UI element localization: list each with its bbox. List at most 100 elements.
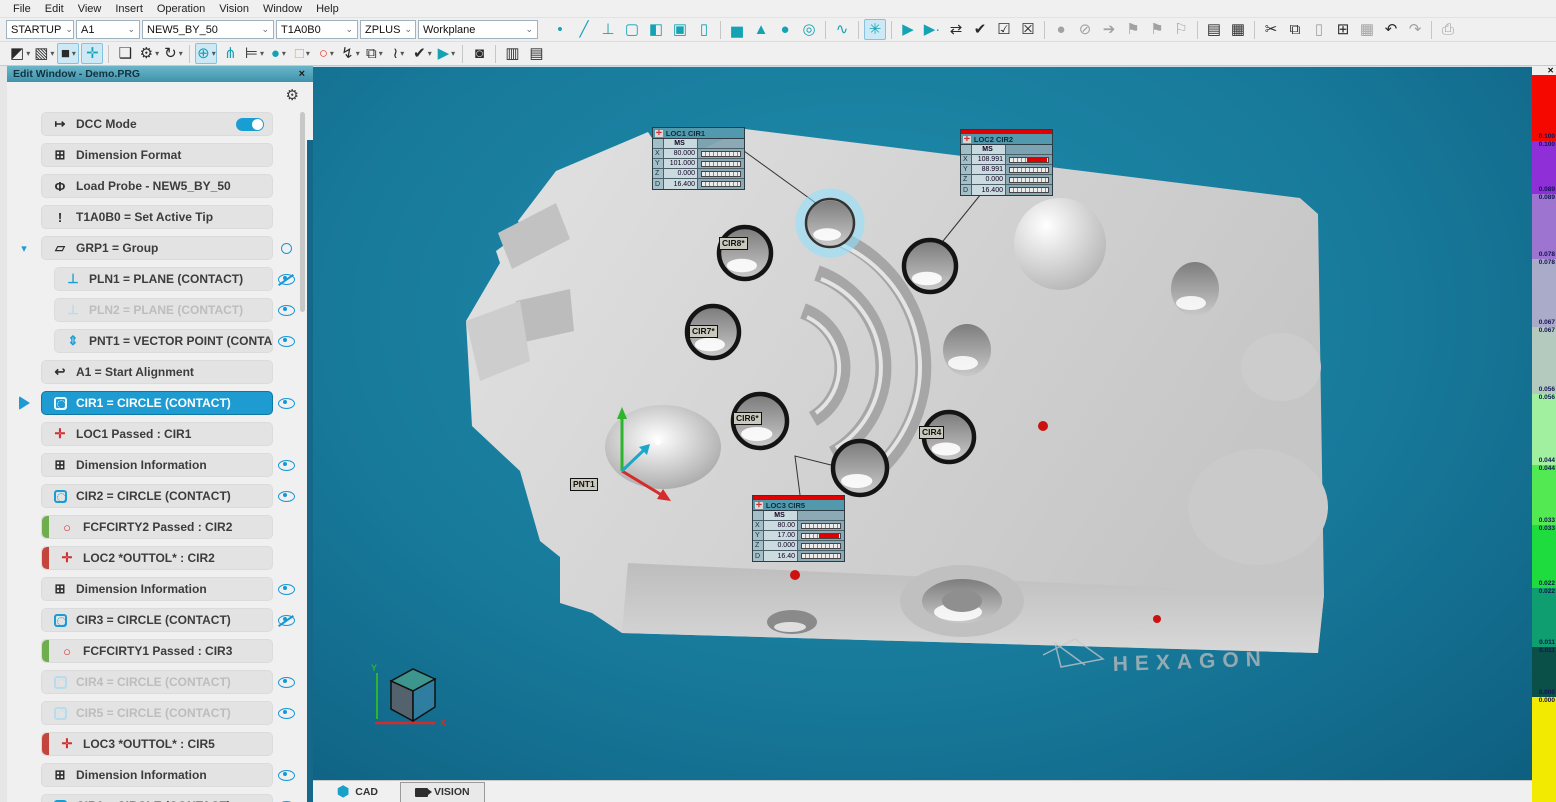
command-item[interactable]: ↦DCC Mode (41, 112, 273, 136)
sphere-tool-icon[interactable]: ●▾ (267, 43, 289, 64)
expander-icon[interactable]: ▾ (21, 242, 27, 255)
menu-insert[interactable]: Insert (108, 3, 150, 15)
menu-view[interactable]: View (71, 3, 109, 15)
dropdown-arrow-icon[interactable]: ▾ (179, 49, 183, 58)
circle-tool-icon[interactable]: ○▾ (315, 43, 337, 64)
sidebar-scrollbar[interactable] (300, 112, 305, 312)
quick-start-icon[interactable]: ◩▾ (9, 43, 31, 64)
menu-vision[interactable]: Vision (212, 3, 256, 15)
dropdown-arrow-icon[interactable]: ▾ (282, 49, 286, 58)
visibility-eye-icon[interactable] (278, 677, 295, 688)
ok-icon[interactable]: ✔ (969, 19, 991, 40)
menu-file[interactable]: File (6, 3, 38, 15)
probe-options-icon[interactable]: ⊨▾ (243, 43, 265, 64)
curve-icon[interactable]: ∿ (831, 19, 853, 40)
pattern-icon[interactable]: ⊞ (1332, 19, 1354, 40)
visibility-eye-icon[interactable] (278, 398, 295, 409)
play-icon[interactable]: ▶▾ (435, 43, 457, 64)
tab-cad[interactable]: ⬢CAD (323, 782, 392, 802)
command-item[interactable]: ✛LOC2 *OUTTOL* : CIR2 (41, 546, 273, 570)
redo-icon[interactable]: ↷ (1404, 19, 1426, 40)
bookmark-remove-icon[interactable]: ⚐ (1170, 19, 1192, 40)
paste-icon[interactable]: ▯ (1308, 19, 1330, 40)
print-icon[interactable]: ⎙ (1437, 19, 1459, 40)
command-item[interactable]: ↩A1 = Start Alignment (41, 360, 273, 384)
pointer-tool-icon[interactable]: ↯▾ (339, 43, 361, 64)
visibility-eye-off-icon[interactable] (278, 615, 295, 626)
camera-icon[interactable]: ◙ (468, 43, 490, 64)
probe-mode-icon[interactable]: ⋔ (219, 43, 241, 64)
visibility-eye-icon[interactable] (278, 305, 295, 316)
command-item[interactable]: ΦLoad Probe - NEW5_BY_50 (41, 174, 273, 198)
cylinder-icon[interactable]: ▅ (726, 19, 748, 40)
slot-icon[interactable]: ◧ (645, 19, 667, 40)
optimize-icon[interactable]: ⚙▾ (138, 43, 160, 64)
verify-icon[interactable]: ✔▾ (411, 43, 433, 64)
path-icon[interactable]: ≀▾ (387, 43, 409, 64)
visibility-eye-icon[interactable] (278, 708, 295, 719)
tip-dropdown[interactable]: T1A0B0⌄ (276, 20, 358, 39)
cut-icon[interactable]: ✂ (1260, 19, 1282, 40)
visibility-eye-off-icon[interactable] (278, 274, 295, 285)
chevron-down-icon[interactable]: ⌄ (345, 24, 353, 35)
command-item[interactable]: ▱GRP1 = Group (41, 236, 273, 260)
scale-close-icon[interactable]: ✕ (1547, 66, 1554, 75)
doc-check-icon[interactable]: ☑ (993, 19, 1015, 40)
command-item[interactable]: CIR6 = CIRCLE (CONTACT) (41, 794, 273, 802)
menu-operation[interactable]: Operation (150, 3, 212, 15)
doc-cancel-icon[interactable]: ☒ (1017, 19, 1039, 40)
execute-icon[interactable]: ▶ (897, 19, 919, 40)
graphics-viewport[interactable]: HEXAGON Y X CIR8*CIR7*CIR6*CIR4PNT1✛LOC1… (313, 66, 1532, 780)
chevron-down-icon[interactable]: ⌄ (261, 24, 269, 35)
chart-window-icon[interactable]: ▤ (525, 43, 547, 64)
dropdown-arrow-icon[interactable]: ▾ (306, 49, 310, 58)
probe-dropdown[interactable]: NEW5_BY_50⌄ (142, 20, 274, 39)
close-icon[interactable]: × (299, 68, 305, 80)
chevron-down-icon[interactable]: ⌄ (525, 24, 533, 35)
cone-icon[interactable]: ▲ (750, 19, 772, 40)
dropdown-arrow-icon[interactable]: ▾ (155, 49, 159, 58)
stop-slash-icon[interactable]: ⊘ (1074, 19, 1096, 40)
translate-icon[interactable]: ⊕▾ (195, 43, 217, 64)
command-item[interactable]: ○FCFCIRTY2 Passed : CIR2 (41, 515, 273, 539)
rect-icon[interactable]: ▯ (693, 19, 715, 40)
bookmark-icon[interactable]: ⚑ (1122, 19, 1144, 40)
menu-help[interactable]: Help (309, 3, 346, 15)
pan-icon[interactable]: ✛ (81, 43, 103, 64)
command-item[interactable]: ǃT1A0B0 = Set Active Tip (41, 205, 273, 229)
command-item[interactable]: CIR5 = CIRCLE (CONTACT) (41, 701, 273, 725)
command-item[interactable]: CIR2 = CIRCLE (CONTACT) (41, 484, 273, 508)
command-item[interactable]: ○FCFCIRTY1 Passed : CIR3 (41, 639, 273, 663)
chevron-down-icon[interactable]: ⌄ (127, 24, 135, 35)
command-item[interactable]: ⊥PLN1 = PLANE (CONTACT) (54, 267, 273, 291)
command-item[interactable]: CIR4 = CIRCLE (CONTACT) (41, 670, 273, 694)
dropdown-arrow-icon[interactable]: ▾ (50, 49, 54, 58)
dcc-mode-toggle[interactable] (236, 118, 264, 131)
pages-icon[interactable]: ⧉▾ (363, 43, 385, 64)
command-item[interactable]: ✛LOC1 Passed : CIR1 (41, 422, 273, 446)
alignment-dropdown[interactable]: A1⌄ (76, 20, 140, 39)
continue-icon[interactable]: ➔ (1098, 19, 1120, 40)
dropdown-arrow-icon[interactable]: ▾ (356, 49, 360, 58)
chevron-down-icon[interactable]: ⌄ (404, 24, 412, 35)
command-item[interactable]: CIR1 = CIRCLE (CONTACT) (41, 391, 273, 415)
command-item[interactable]: ⊥PLN2 = PLANE (CONTACT) (54, 298, 273, 322)
visibility-eye-icon[interactable] (278, 336, 295, 347)
solid-view-icon[interactable]: ■▾ (57, 43, 79, 64)
undo-icon[interactable]: ↶ (1380, 19, 1402, 40)
command-item[interactable]: ✛LOC3 *OUTTOL* : CIR5 (41, 732, 273, 756)
dropdown-arrow-icon[interactable]: ▾ (26, 49, 30, 58)
startup-dropdown[interactable]: STARTUP⌄ (6, 20, 74, 39)
loop-icon[interactable]: ⇄ (945, 19, 967, 40)
dropdown-arrow-icon[interactable]: ▾ (72, 49, 76, 58)
visibility-eye-icon[interactable] (278, 584, 295, 595)
wireframe-view-icon[interactable]: ▧▾ (33, 43, 55, 64)
settings-gear-icon[interactable]: ⚙ (286, 86, 299, 104)
copy-icon[interactable]: ⧉ (1284, 19, 1306, 40)
calculator-icon[interactable]: ▦ (1356, 19, 1378, 40)
rounded-rect-icon[interactable]: ▢ (621, 19, 643, 40)
execute-feature-icon[interactable]: ▶· (921, 19, 943, 40)
dropdown-arrow-icon[interactable]: ▾ (330, 49, 334, 58)
visibility-eye-icon[interactable] (278, 460, 295, 471)
tab-vision[interactable]: VISION (400, 782, 485, 802)
